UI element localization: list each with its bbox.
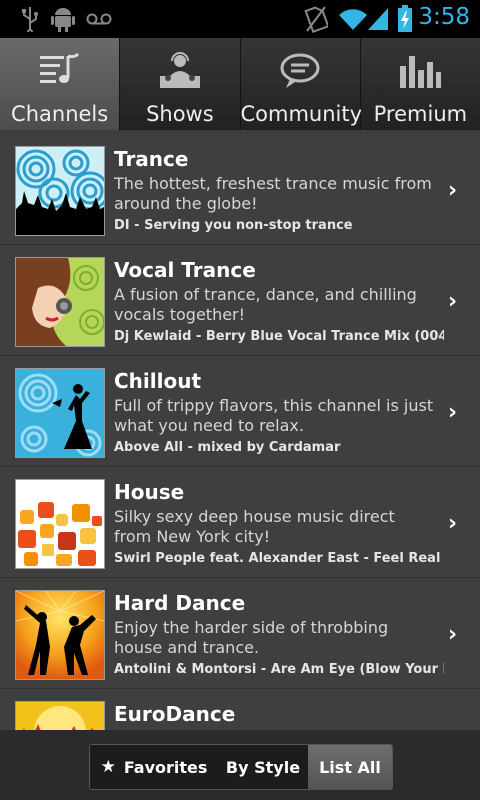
chevron-right-icon[interactable]: › bbox=[448, 289, 457, 314]
star-icon: ★ bbox=[100, 757, 116, 777]
usb-icon bbox=[22, 7, 38, 32]
chevron-right-icon[interactable]: › bbox=[448, 178, 457, 203]
list-item-trance[interactable]: Trance The hottest, freshest trance musi… bbox=[0, 134, 480, 245]
list-item-house[interactable]: House Silky sexy deep house music direct… bbox=[0, 467, 480, 578]
now-playing: Dj Kewlaid - Berry Blue Vocal Trance Mix… bbox=[114, 329, 444, 344]
channel-title: House bbox=[114, 480, 185, 504]
tab-premium[interactable]: Premium bbox=[360, 38, 480, 130]
channel-description: A fusion of trance, dance, and chilling … bbox=[114, 285, 417, 324]
channels-icon bbox=[39, 52, 79, 83]
channel-title: Chillout bbox=[114, 369, 202, 393]
list-all-label: List All bbox=[319, 757, 381, 777]
tab-bar: Channels Shows Community Premium bbox=[0, 38, 480, 130]
hard-dance-thumbnail bbox=[15, 590, 105, 680]
android-debug-icon bbox=[51, 8, 75, 32]
channel-list[interactable]: Trance The hottest, freshest trance musi… bbox=[0, 134, 480, 730]
tab-community-label: Community bbox=[240, 102, 363, 126]
now-playing: Swirl People feat. Alexander East - Feel… bbox=[114, 551, 444, 566]
list-item-chillout[interactable]: Chillout Full of trippy flavors, this ch… bbox=[0, 356, 480, 467]
no-sim-icon bbox=[304, 6, 328, 33]
list-all-button[interactable]: List All bbox=[308, 745, 392, 789]
channel-title: Trance bbox=[114, 147, 189, 171]
now-playing: DI - Serving you non-stop trance bbox=[114, 218, 353, 233]
channel-description: Enjoy the harder side of throbbing house… bbox=[114, 618, 389, 657]
chillout-thumbnail bbox=[15, 368, 105, 458]
by-style-label: By Style bbox=[225, 757, 301, 777]
dj-icon bbox=[159, 52, 200, 88]
status-bar: 3:58 bbox=[0, 0, 480, 38]
chat-icon bbox=[280, 53, 320, 88]
eurodance-thumbnail bbox=[15, 701, 105, 730]
equalizer-icon bbox=[400, 56, 442, 88]
list-item-hard-dance[interactable]: Hard Dance Enjoy the harder side of thro… bbox=[0, 578, 480, 689]
tab-shows[interactable]: Shows bbox=[120, 38, 241, 130]
tab-community[interactable]: Community bbox=[240, 38, 363, 130]
now-playing: Above All - mixed by Cardamar bbox=[114, 440, 341, 455]
channel-description: Silky sexy deep house music direct from … bbox=[114, 507, 395, 546]
chevron-right-icon[interactable]: › bbox=[448, 511, 457, 536]
filter-segmented-control: ★ Favorites By Style List All bbox=[89, 744, 393, 790]
channel-title: Vocal Trance bbox=[114, 258, 256, 282]
clock: 3:58 bbox=[418, 4, 470, 30]
channel-title: EuroDance bbox=[114, 702, 236, 726]
trance-thumbnail bbox=[15, 146, 105, 236]
channel-description: The hottest, freshest trance music from … bbox=[114, 174, 432, 213]
by-style-button[interactable]: By Style bbox=[218, 745, 308, 789]
list-item-eurodance[interactable]: EuroDance bbox=[0, 689, 480, 730]
chevron-right-icon[interactable]: › bbox=[448, 622, 457, 647]
filter-bar: ★ Favorites By Style List All bbox=[0, 730, 480, 800]
favorites-label: Favorites bbox=[123, 757, 208, 777]
tab-shows-label: Shows bbox=[146, 102, 214, 126]
list-item-vocal-trance[interactable]: Vocal Trance A fusion of trance, dance, … bbox=[0, 245, 480, 356]
channel-description: Full of trippy flavors, this channel is … bbox=[114, 396, 434, 435]
tab-channels[interactable]: Channels bbox=[0, 38, 121, 130]
tab-premium-label: Premium bbox=[373, 102, 468, 126]
favorites-button[interactable]: ★ Favorites bbox=[90, 745, 218, 789]
vocal-trance-thumbnail bbox=[15, 257, 105, 347]
chevron-right-icon[interactable]: › bbox=[448, 400, 457, 425]
voicemail-icon bbox=[86, 13, 112, 25]
now-playing: Antolini & Montorsi - Are Am Eye (Blow Y… bbox=[114, 662, 444, 677]
channel-title: Hard Dance bbox=[114, 591, 246, 615]
battery-charging-icon bbox=[398, 5, 412, 32]
house-thumbnail bbox=[15, 479, 105, 569]
signal-icon bbox=[368, 8, 388, 30]
tab-channels-label: Channels bbox=[11, 102, 109, 126]
wifi-icon bbox=[339, 9, 367, 31]
